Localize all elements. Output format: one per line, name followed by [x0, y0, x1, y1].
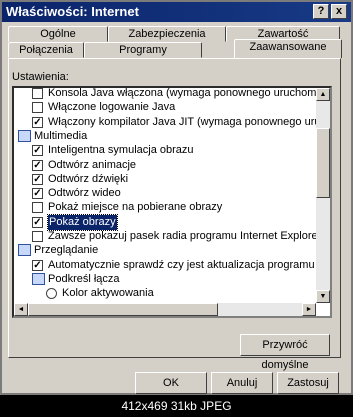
settings-list[interactable]: Konsola Java włączona (wymaga ponownego … — [12, 86, 332, 318]
ok-button[interactable]: OK — [135, 372, 207, 394]
settings-row-label: Konsola Java włączona (wymaga ponownego … — [48, 87, 332, 99]
checkbox-unchecked[interactable] — [32, 88, 43, 99]
tab-programs[interactable]: Programy — [84, 42, 202, 58]
settings-row-label: Przeglądanie — [34, 244, 99, 257]
settings-row-label: Włączone logowanie Java — [48, 101, 176, 114]
checkbox-unchecked[interactable] — [32, 202, 43, 214]
checkbox-checked[interactable]: ✓ — [32, 216, 43, 228]
checkbox-unchecked[interactable] — [32, 102, 43, 114]
settings-row-label: Multimedia — [34, 129, 88, 142]
help-button[interactable]: ? — [313, 4, 329, 19]
vertical-scrollbar[interactable]: ▲ ▼ — [316, 88, 330, 303]
settings-row-label: Odtwórz wideo — [48, 187, 121, 200]
scroll-up-icon[interactable]: ▲ — [316, 88, 330, 101]
multimedia-icon — [18, 129, 31, 142]
checkbox-checked[interactable]: ✓ — [32, 259, 43, 271]
checkbox-checked[interactable]: ✓ — [32, 173, 43, 185]
settings-row-label: Pokaż obrazy — [47, 213, 118, 231]
tab-advanced[interactable]: Zaawansowane — [234, 39, 342, 58]
horizontal-scroll-thumb[interactable] — [28, 303, 218, 316]
radio-button[interactable] — [46, 288, 57, 300]
scroll-down-icon[interactable]: ▼ — [316, 290, 330, 303]
checkbox-unchecked[interactable] — [32, 231, 43, 242]
scroll-left-icon[interactable]: ◄ — [14, 303, 28, 316]
apply-button[interactable]: Zastosuj — [277, 372, 339, 394]
settings-row-label: Automatycznie sprawdź czy jest aktualiza… — [48, 258, 330, 271]
window-title: Właściwości: Internet — [6, 4, 139, 19]
tab-security[interactable]: Zabezpieczenia — [108, 26, 226, 42]
checkbox-checked[interactable]: ✓ — [32, 145, 43, 157]
tab-general[interactable]: Ogólne — [8, 26, 108, 42]
tab-connections[interactable]: Połączenia — [8, 42, 84, 58]
settings-row-label: Inteligentna symulacja obrazu — [48, 144, 194, 157]
settings-row-label: Włączony kompilator Java JIT (wymaga pon… — [48, 115, 330, 128]
settings-row-label: Pokaż miejsce na pobierane obrazy — [48, 201, 223, 214]
settings-row-label: Kolor aktywowania — [62, 287, 154, 300]
checkbox-checked[interactable]: ✓ — [32, 159, 43, 171]
vertical-scroll-thumb[interactable] — [316, 128, 330, 198]
underline-links-icon — [32, 272, 45, 285]
settings-row-label: Zawsze pokazuj pasek radia programu Inte… — [48, 230, 330, 242]
settings-label: Ustawienia: — [12, 71, 69, 83]
title-bar: Właściwości: Internet ? x — [2, 2, 351, 22]
browsing-icon — [18, 244, 31, 257]
checkbox-checked[interactable]: ✓ — [32, 116, 43, 128]
settings-row-label: Odtwórz animacje — [48, 158, 137, 171]
scroll-right-icon[interactable]: ► — [302, 303, 316, 316]
horizontal-scrollbar[interactable]: ◄ ► — [14, 303, 316, 316]
settings-row-label: Odtwórz dźwięki — [48, 172, 129, 185]
settings-row-label: Podkreśl łącza — [48, 272, 120, 285]
image-caption: 412x469 31kb JPEG — [0, 396, 353, 417]
close-button[interactable]: x — [331, 4, 347, 19]
cancel-button[interactable]: Anuluj — [211, 372, 273, 394]
restore-defaults-button[interactable]: Przywróć domyślne — [240, 334, 330, 371]
checkbox-checked[interactable]: ✓ — [32, 188, 43, 200]
